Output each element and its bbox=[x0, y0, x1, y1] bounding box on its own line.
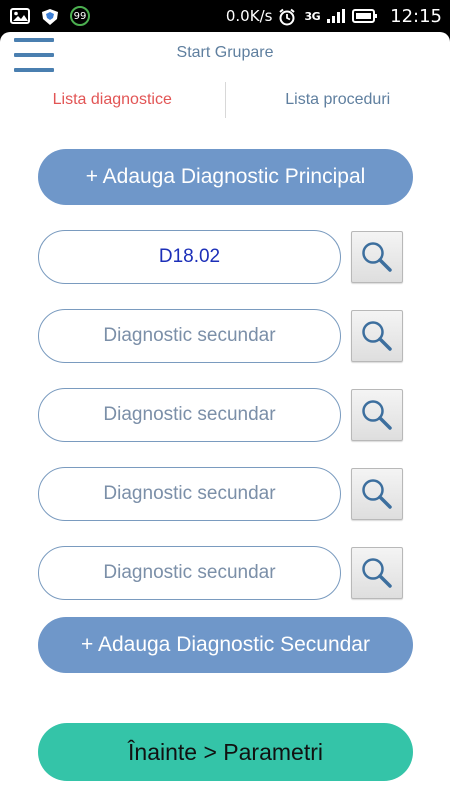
alarm-icon bbox=[278, 8, 298, 26]
secondary-diagnostic-row: Diagnostic secundar bbox=[38, 546, 404, 600]
search-button[interactable] bbox=[351, 310, 403, 362]
principal-diagnostic-field[interactable]: D18.02 bbox=[38, 230, 341, 284]
secondary-diagnostic-field[interactable]: Diagnostic secundar bbox=[38, 546, 341, 600]
secondary-diagnostic-row: Diagnostic secundar bbox=[38, 467, 404, 521]
network-type: 3G bbox=[304, 9, 321, 23]
badge-99-icon: 99 bbox=[70, 6, 90, 26]
secondary-diagnostic-field[interactable]: Diagnostic secundar bbox=[38, 309, 341, 363]
tab-bar: Lista diagnostice Lista proceduri bbox=[0, 82, 450, 118]
network-speed: 0.0K/s bbox=[225, 7, 273, 25]
search-icon bbox=[362, 558, 392, 588]
search-icon bbox=[362, 479, 392, 509]
principal-diagnostic-row: D18.02 bbox=[38, 230, 404, 284]
search-icon bbox=[362, 321, 392, 351]
battery-icon bbox=[352, 8, 378, 24]
secondary-diagnostic-row: Diagnostic secundar bbox=[38, 309, 404, 363]
status-bar: 99 0.0K/s 3G 12:15 bbox=[0, 0, 450, 32]
clock: 12:15 bbox=[390, 5, 442, 27]
tab-lista-proceduri[interactable]: Lista proceduri bbox=[226, 91, 450, 109]
page-title: Start Grupare bbox=[176, 44, 274, 61]
add-secondary-diagnostic-button[interactable]: + Adauga Diagnostic Secundar bbox=[38, 617, 413, 673]
search-icon bbox=[362, 242, 392, 272]
search-button[interactable] bbox=[351, 468, 403, 520]
app-screen: Start Grupare Lista diagnostice Lista pr… bbox=[0, 32, 450, 800]
search-button[interactable] bbox=[351, 547, 403, 599]
next-parametri-button[interactable]: Înainte > Parametri bbox=[38, 723, 413, 781]
secondary-diagnostic-row: Diagnostic secundar bbox=[38, 388, 404, 442]
shield-icon bbox=[40, 8, 60, 25]
search-icon bbox=[362, 400, 392, 430]
add-principal-diagnostic-button[interactable]: + Adauga Diagnostic Principal bbox=[38, 149, 413, 205]
signal-icon bbox=[326, 8, 346, 24]
secondary-diagnostic-field[interactable]: Diagnostic secundar bbox=[38, 388, 341, 442]
image-icon bbox=[10, 8, 30, 24]
search-button[interactable] bbox=[351, 389, 403, 441]
search-button[interactable] bbox=[351, 231, 403, 283]
tab-lista-diagnostice[interactable]: Lista diagnostice bbox=[0, 91, 225, 109]
secondary-diagnostic-field[interactable]: Diagnostic secundar bbox=[38, 467, 341, 521]
